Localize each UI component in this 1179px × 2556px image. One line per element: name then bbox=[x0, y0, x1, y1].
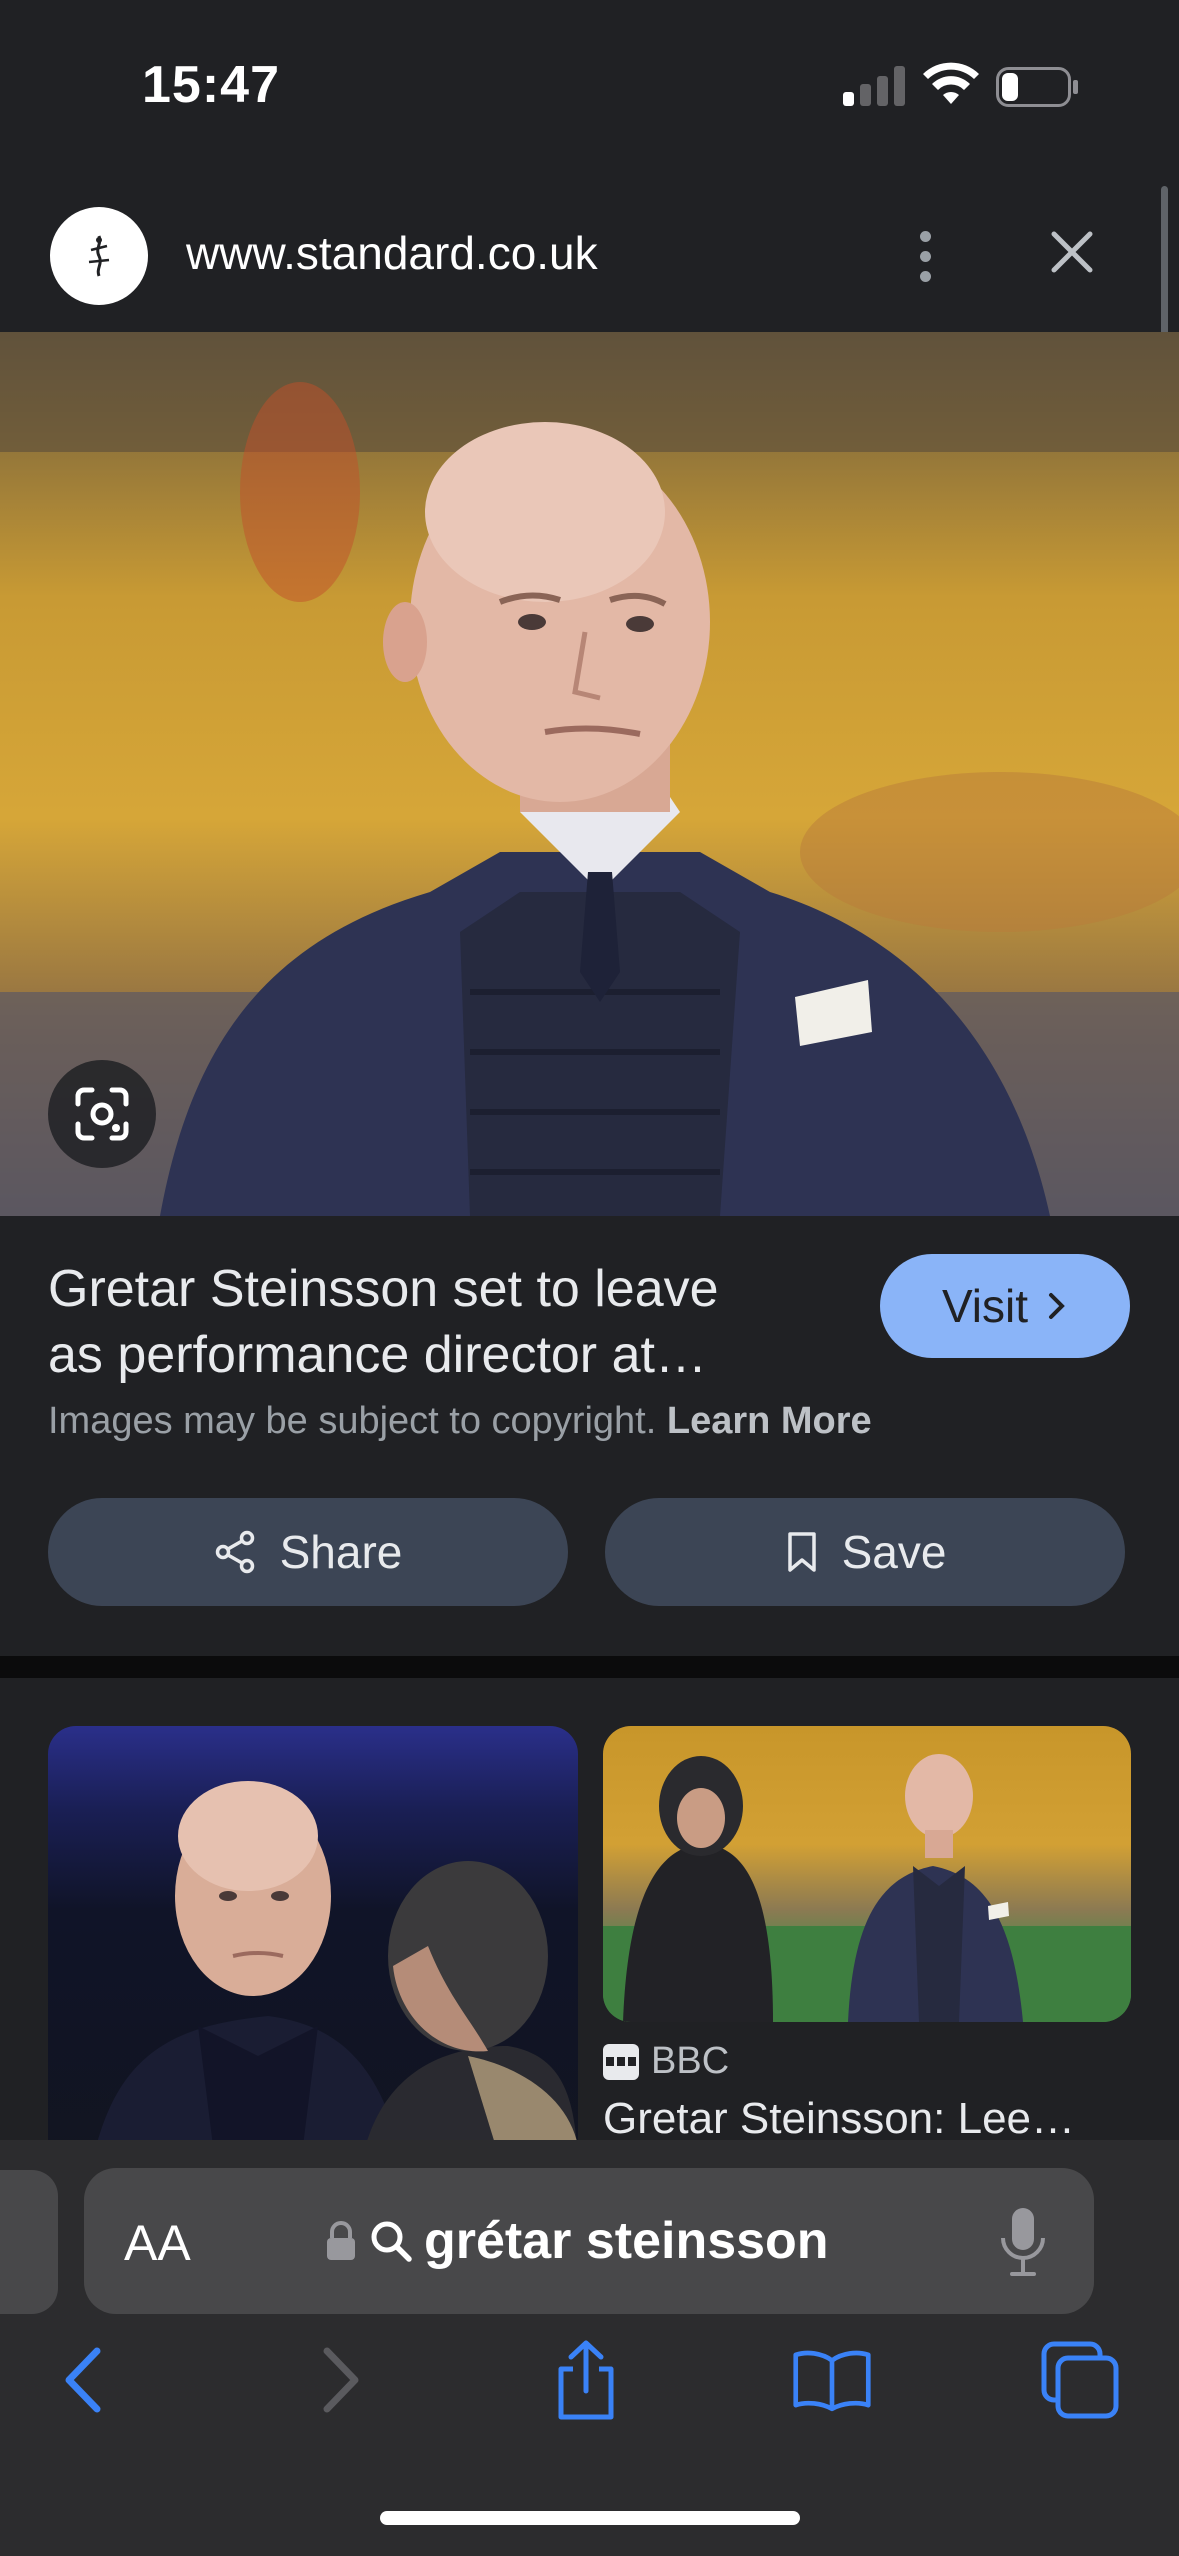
image-title[interactable]: Gretar Steinsson set to leave as perform… bbox=[48, 1256, 828, 1388]
share-icon bbox=[215, 1530, 254, 1574]
related-image-2[interactable] bbox=[603, 1726, 1131, 2022]
wifi-icon bbox=[923, 62, 979, 104]
bookmarks-button[interactable] bbox=[792, 2340, 872, 2420]
forward-chevron-icon bbox=[323, 2347, 359, 2413]
close-icon[interactable] bbox=[1040, 220, 1104, 284]
result-source: BBC bbox=[603, 2040, 729, 2083]
copyright-notice: Images may be subject to copyright. Lear… bbox=[48, 1400, 872, 1443]
two-men-stadium-photo bbox=[603, 1754, 1131, 2022]
standard-logo-icon bbox=[50, 207, 148, 305]
share-sheet-button[interactable] bbox=[546, 2340, 626, 2420]
lock-icon bbox=[327, 2221, 355, 2260]
main-image[interactable] bbox=[0, 332, 1179, 1216]
back-button[interactable] bbox=[44, 2340, 124, 2420]
save-button-label: Save bbox=[841, 1526, 947, 1578]
google-lens-button[interactable] bbox=[48, 1060, 156, 1168]
share-button-label: Share bbox=[279, 1526, 403, 1578]
address-bar[interactable]: AA grétar steinsson bbox=[84, 2168, 1094, 2314]
lens-icon bbox=[75, 1087, 129, 1141]
forward-button[interactable] bbox=[300, 2340, 380, 2420]
microphone-icon[interactable] bbox=[998, 2204, 1048, 2280]
previous-tab-preview[interactable] bbox=[0, 2170, 58, 2314]
page-settings-button[interactable]: AA bbox=[124, 2214, 191, 2272]
book-icon bbox=[793, 2350, 871, 2412]
share-sheet-icon bbox=[558, 2340, 614, 2420]
back-chevron-icon bbox=[65, 2347, 101, 2413]
tabs-icon bbox=[1041, 2341, 1119, 2419]
source-name: BBC bbox=[651, 2040, 730, 2082]
related-images: BBC Gretar Steinsson: Lee… bbox=[0, 1678, 1179, 2140]
battery-icon bbox=[996, 67, 1078, 107]
related-result-title[interactable]: Gretar Steinsson: Lee… bbox=[603, 2094, 1075, 2140]
search-icon bbox=[371, 2221, 412, 2262]
status-bar: 15:47 bbox=[0, 0, 1179, 170]
man-in-suit-photo bbox=[0, 332, 1179, 1216]
section-divider bbox=[0, 1656, 1179, 1678]
save-button[interactable]: Save bbox=[605, 1498, 1125, 1606]
tabs-button[interactable] bbox=[1040, 2340, 1120, 2420]
more-options-icon[interactable] bbox=[905, 216, 945, 296]
custom-tab-header: www.standard.co.uk bbox=[0, 190, 1179, 332]
cellular-signal-icon bbox=[843, 66, 907, 106]
copyright-text: Images may be subject to copyright. bbox=[48, 1400, 657, 1442]
chevron-right-icon bbox=[1049, 1293, 1065, 1319]
share-button[interactable]: Share bbox=[48, 1498, 568, 1606]
visit-button-label: Visit bbox=[941, 1280, 1029, 1332]
search-query: grétar steinsson bbox=[424, 2212, 829, 2270]
bbc-logo-icon bbox=[603, 2043, 639, 2080]
learn-more-link[interactable]: Learn More bbox=[667, 1400, 872, 1442]
image-title-line-2: as performance director at… bbox=[48, 1326, 707, 1384]
two-men-photo bbox=[98, 1781, 577, 2140]
home-indicator[interactable] bbox=[380, 2511, 800, 2525]
address-content: grétar steinsson bbox=[324, 2206, 829, 2276]
image-info-panel: Gretar Steinsson set to leave as perform… bbox=[0, 1216, 1179, 1656]
related-image-1[interactable] bbox=[48, 1726, 578, 2140]
status-time: 15:47 bbox=[142, 56, 280, 114]
browser-toolbar bbox=[0, 2300, 1179, 2460]
visit-button[interactable]: Visit bbox=[880, 1254, 1130, 1358]
image-title-line-1: Gretar Steinsson set to leave bbox=[48, 1260, 719, 1318]
screen: 15:47 www.standard.co.uk Gretar Steinsso… bbox=[0, 0, 1179, 2556]
page-url: www.standard.co.uk bbox=[186, 227, 598, 279]
bookmark-icon bbox=[787, 1532, 816, 1572]
